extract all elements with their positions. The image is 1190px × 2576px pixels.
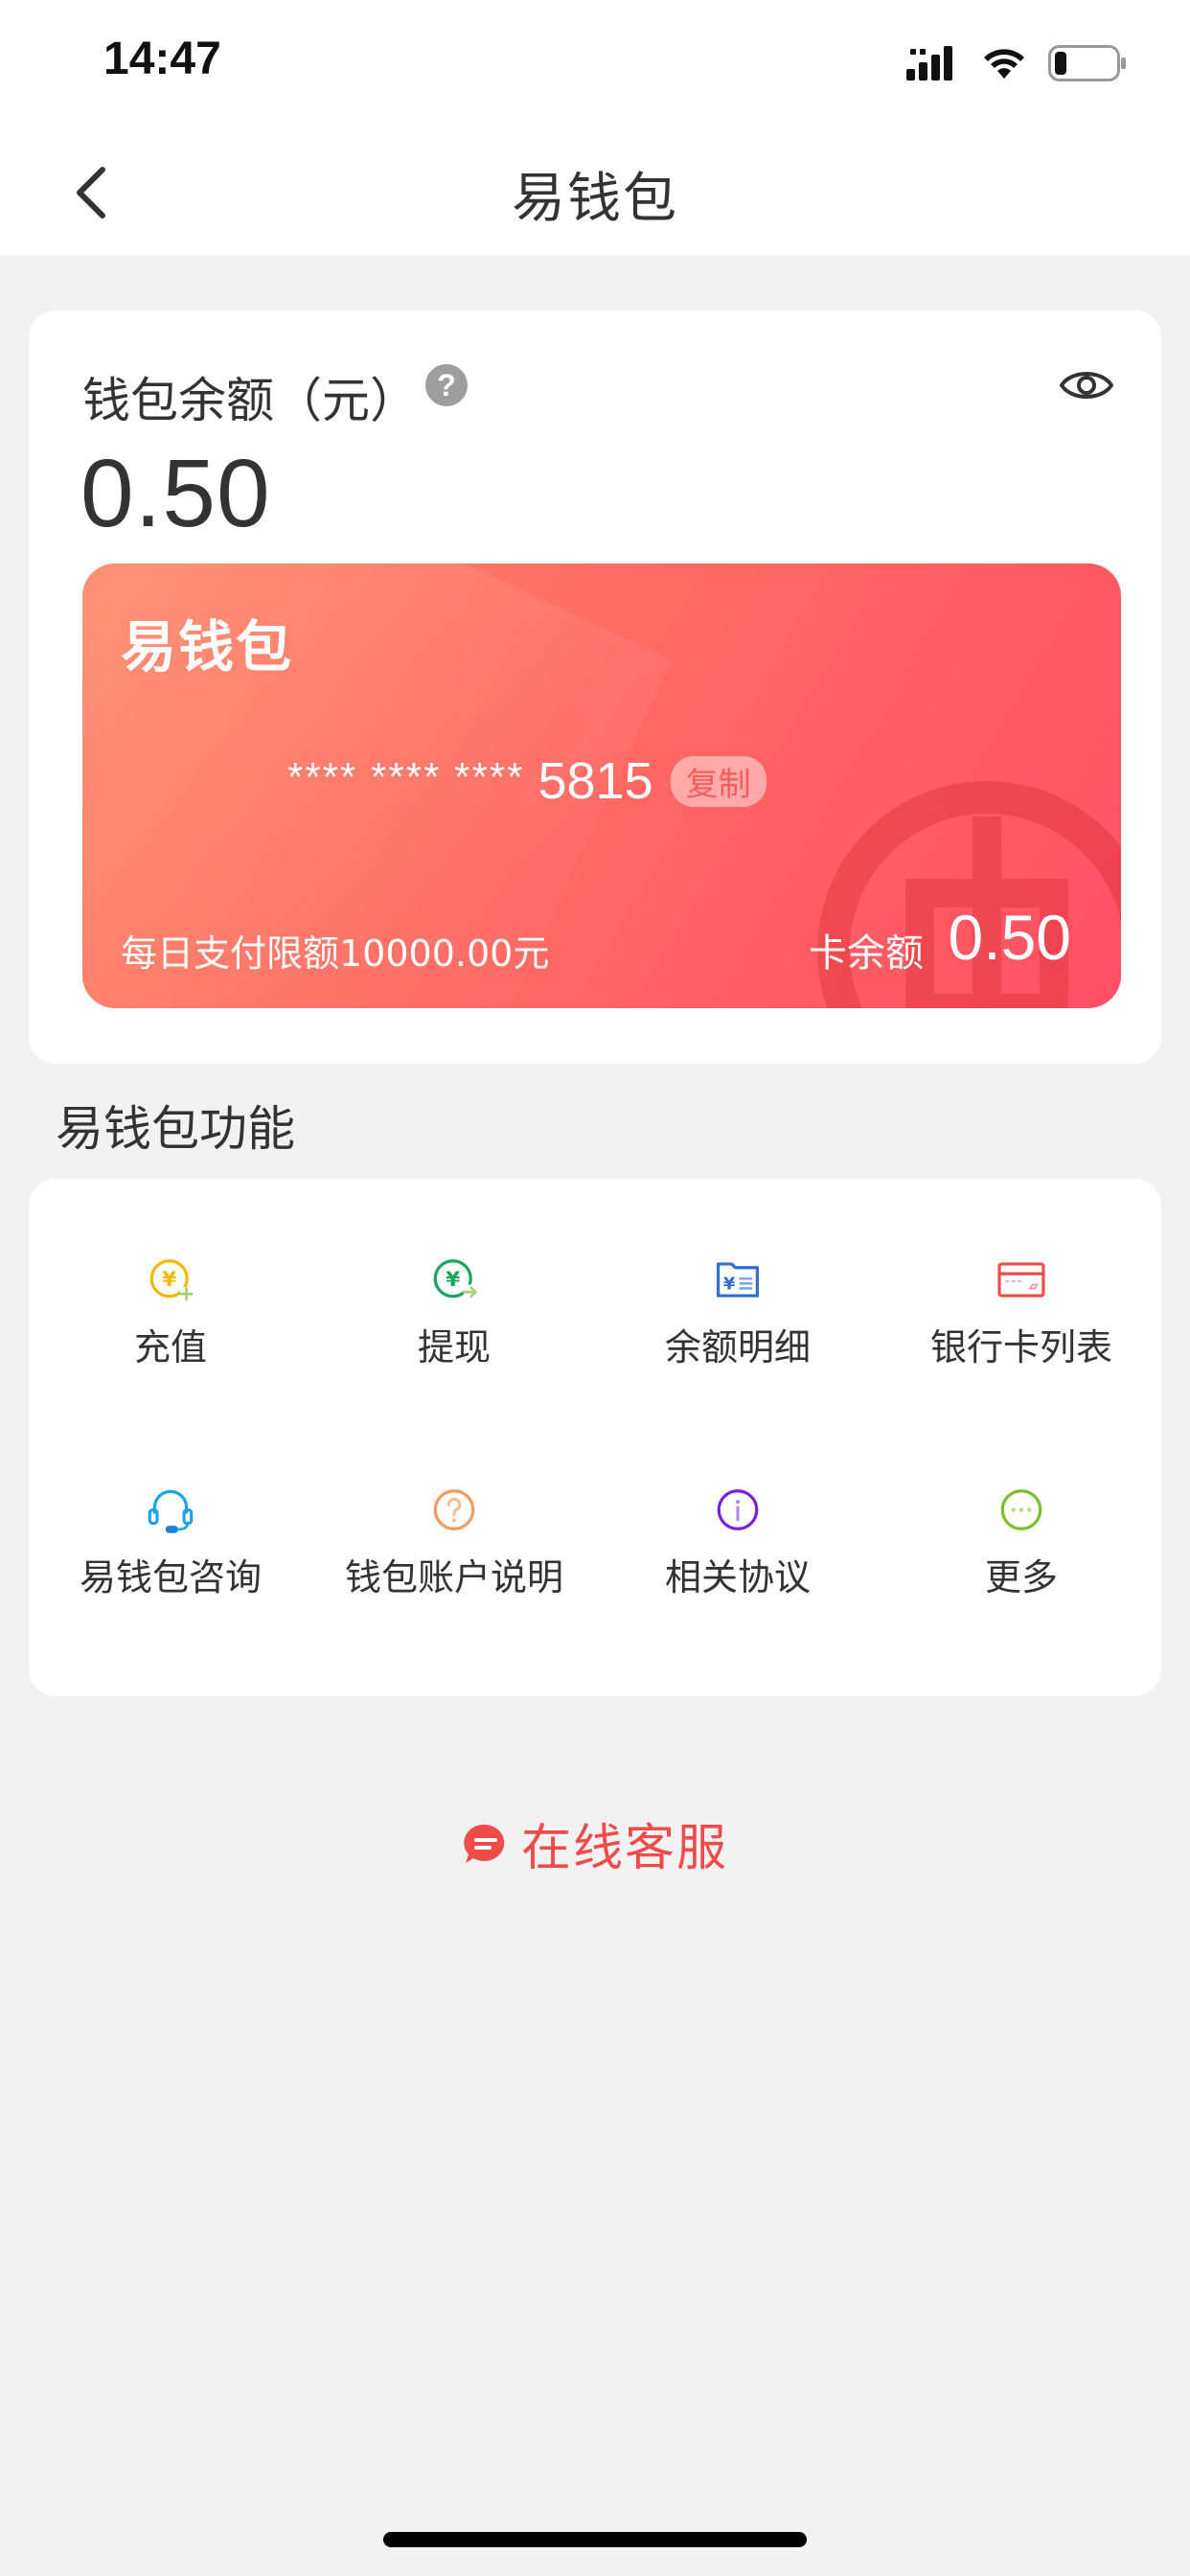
cellular-signal-icon <box>906 46 952 80</box>
card-number: **** **** **** 5815 复制 <box>287 751 767 811</box>
card-number-masked: **** **** **** <box>287 754 525 799</box>
feature-label: 相关协议 <box>664 1556 811 1598</box>
chat-bubble-icon <box>464 1824 505 1863</box>
wifi-icon <box>984 49 1024 79</box>
feature-label: 提现 <box>417 1326 491 1368</box>
svg-text:¥: ¥ <box>723 1275 736 1295</box>
status-icons <box>906 44 1127 82</box>
feature-label: 钱包账户说明 <box>344 1556 563 1598</box>
home-indicator <box>383 2532 807 2547</box>
balance-detail-icon: ¥ <box>717 1262 759 1298</box>
daily-limit: 每日支付限额10000.00元 <box>121 932 550 975</box>
info-icon <box>717 1489 759 1530</box>
headset-icon <box>148 1489 194 1533</box>
feature-wallet-consult[interactable]: 易钱包咨询 <box>29 1409 312 1600</box>
wallet-card[interactable]: 易钱包 **** **** **** 5815 复制 每日支付限额10000.0… <box>82 564 1121 1008</box>
features-title: 易钱包功能 <box>56 1101 295 1157</box>
feature-recharge[interactable]: ¥ 充值 <box>29 1179 312 1370</box>
status-bar: 14:47 <box>0 0 1190 134</box>
feature-balance-detail[interactable]: ¥ 余额明细 <box>596 1179 880 1370</box>
svg-text:¥: ¥ <box>446 1268 460 1292</box>
more-icon <box>1000 1489 1042 1530</box>
feature-label: 充值 <box>133 1326 207 1368</box>
feature-more[interactable]: 更多 <box>880 1409 1163 1600</box>
page-title: 易钱包 <box>512 168 678 230</box>
wallet-card-title: 易钱包 <box>121 614 294 679</box>
bank-card-icon <box>997 1262 1045 1298</box>
help-icon[interactable]: ? <box>425 364 468 406</box>
feature-label: 易钱包咨询 <box>79 1556 262 1598</box>
recharge-icon: ¥ <box>149 1259 194 1301</box>
card-balance-value: 0.50 <box>948 902 1071 973</box>
card-number-tail: 5815 <box>538 752 653 810</box>
svg-text:¥: ¥ <box>162 1268 176 1292</box>
online-service-label: 在线客服 <box>520 1820 728 1877</box>
feature-account-explanation[interactable]: 钱包账户说明 <box>312 1409 596 1600</box>
features-panel: ¥ 充值 ¥ 提现 ¥ 余额明细 银行卡列表 易钱包咨询 钱包账户说明 相关协议… <box>29 1179 1161 1696</box>
card-balance-label: 卡余额 <box>809 932 924 976</box>
nav-bar: 易钱包 <box>0 134 1190 255</box>
withdraw-icon: ¥ <box>433 1259 479 1300</box>
balance-card: 钱包余额（元） ? 0.50 易钱包 **** **** **** 5815 复… <box>29 310 1161 1064</box>
feature-label: 更多 <box>984 1556 1058 1598</box>
feature-withdraw[interactable]: ¥ 提现 <box>312 1179 596 1370</box>
status-time: 14:47 <box>103 34 221 84</box>
balance-label: 钱包余额（元） <box>82 373 418 428</box>
feature-related-agreements[interactable]: 相关协议 <box>596 1409 880 1600</box>
feature-bank-card-list[interactable]: 银行卡列表 <box>880 1179 1163 1370</box>
question-icon <box>433 1489 475 1530</box>
online-service-button[interactable]: 在线客服 <box>0 1807 1190 1879</box>
balance-amount: 0.50 <box>80 440 271 547</box>
eye-icon[interactable] <box>1058 364 1115 406</box>
feature-label: 余额明细 <box>664 1326 811 1368</box>
battery-icon <box>1048 45 1126 81</box>
feature-label: 银行卡列表 <box>929 1326 1112 1368</box>
copy-button[interactable]: 复制 <box>670 755 767 807</box>
